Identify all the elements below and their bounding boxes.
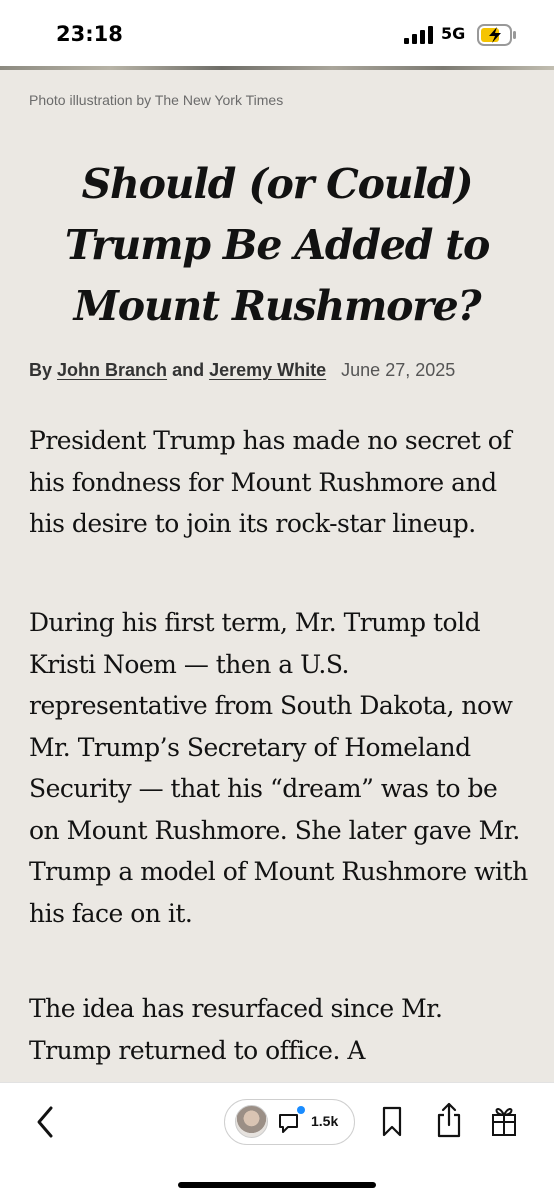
notification-dot (297, 1106, 305, 1114)
avatar (235, 1105, 268, 1138)
cellular-signal-icon (404, 26, 433, 44)
comments-button[interactable]: 1.5k (224, 1099, 355, 1145)
bookmark-icon[interactable] (381, 1105, 403, 1139)
byline-prefix: By (29, 360, 53, 380)
chevron-left-icon[interactable] (34, 1105, 56, 1139)
article-content[interactable]: Photo illustration by The New York Times… (0, 70, 554, 1082)
byline: By John Branch and Jeremy White June 27,… (29, 360, 529, 381)
gift-icon[interactable] (490, 1103, 518, 1137)
publish-date: June 27, 2025 (341, 360, 456, 380)
status-time: 23:18 (56, 22, 123, 46)
article-paragraph: The idea has resurfaced since Mr. Trump … (29, 994, 443, 1065)
battery-charging-icon (477, 24, 516, 46)
author-link-john-branch[interactable]: John Branch (57, 360, 167, 380)
comment-count: 1.5k (311, 1113, 339, 1129)
home-indicator[interactable] (178, 1182, 376, 1188)
network-type: 5G (441, 24, 466, 43)
author-link-jeremy-white[interactable]: Jeremy White (209, 360, 326, 380)
article-paragraph: During his first term, Mr. Trump told Kr… (29, 608, 528, 928)
article-paragraph: President Trump has made no secret of hi… (29, 426, 512, 538)
share-icon[interactable] (436, 1101, 462, 1139)
article-headline: Should (or Could) Trump Be Added to Moun… (64, 160, 491, 330)
byline-conjunction: and (172, 360, 205, 380)
photo-credit: Photo illustration by The New York Times (29, 92, 284, 108)
status-bar: 23:18 5G (0, 0, 554, 68)
